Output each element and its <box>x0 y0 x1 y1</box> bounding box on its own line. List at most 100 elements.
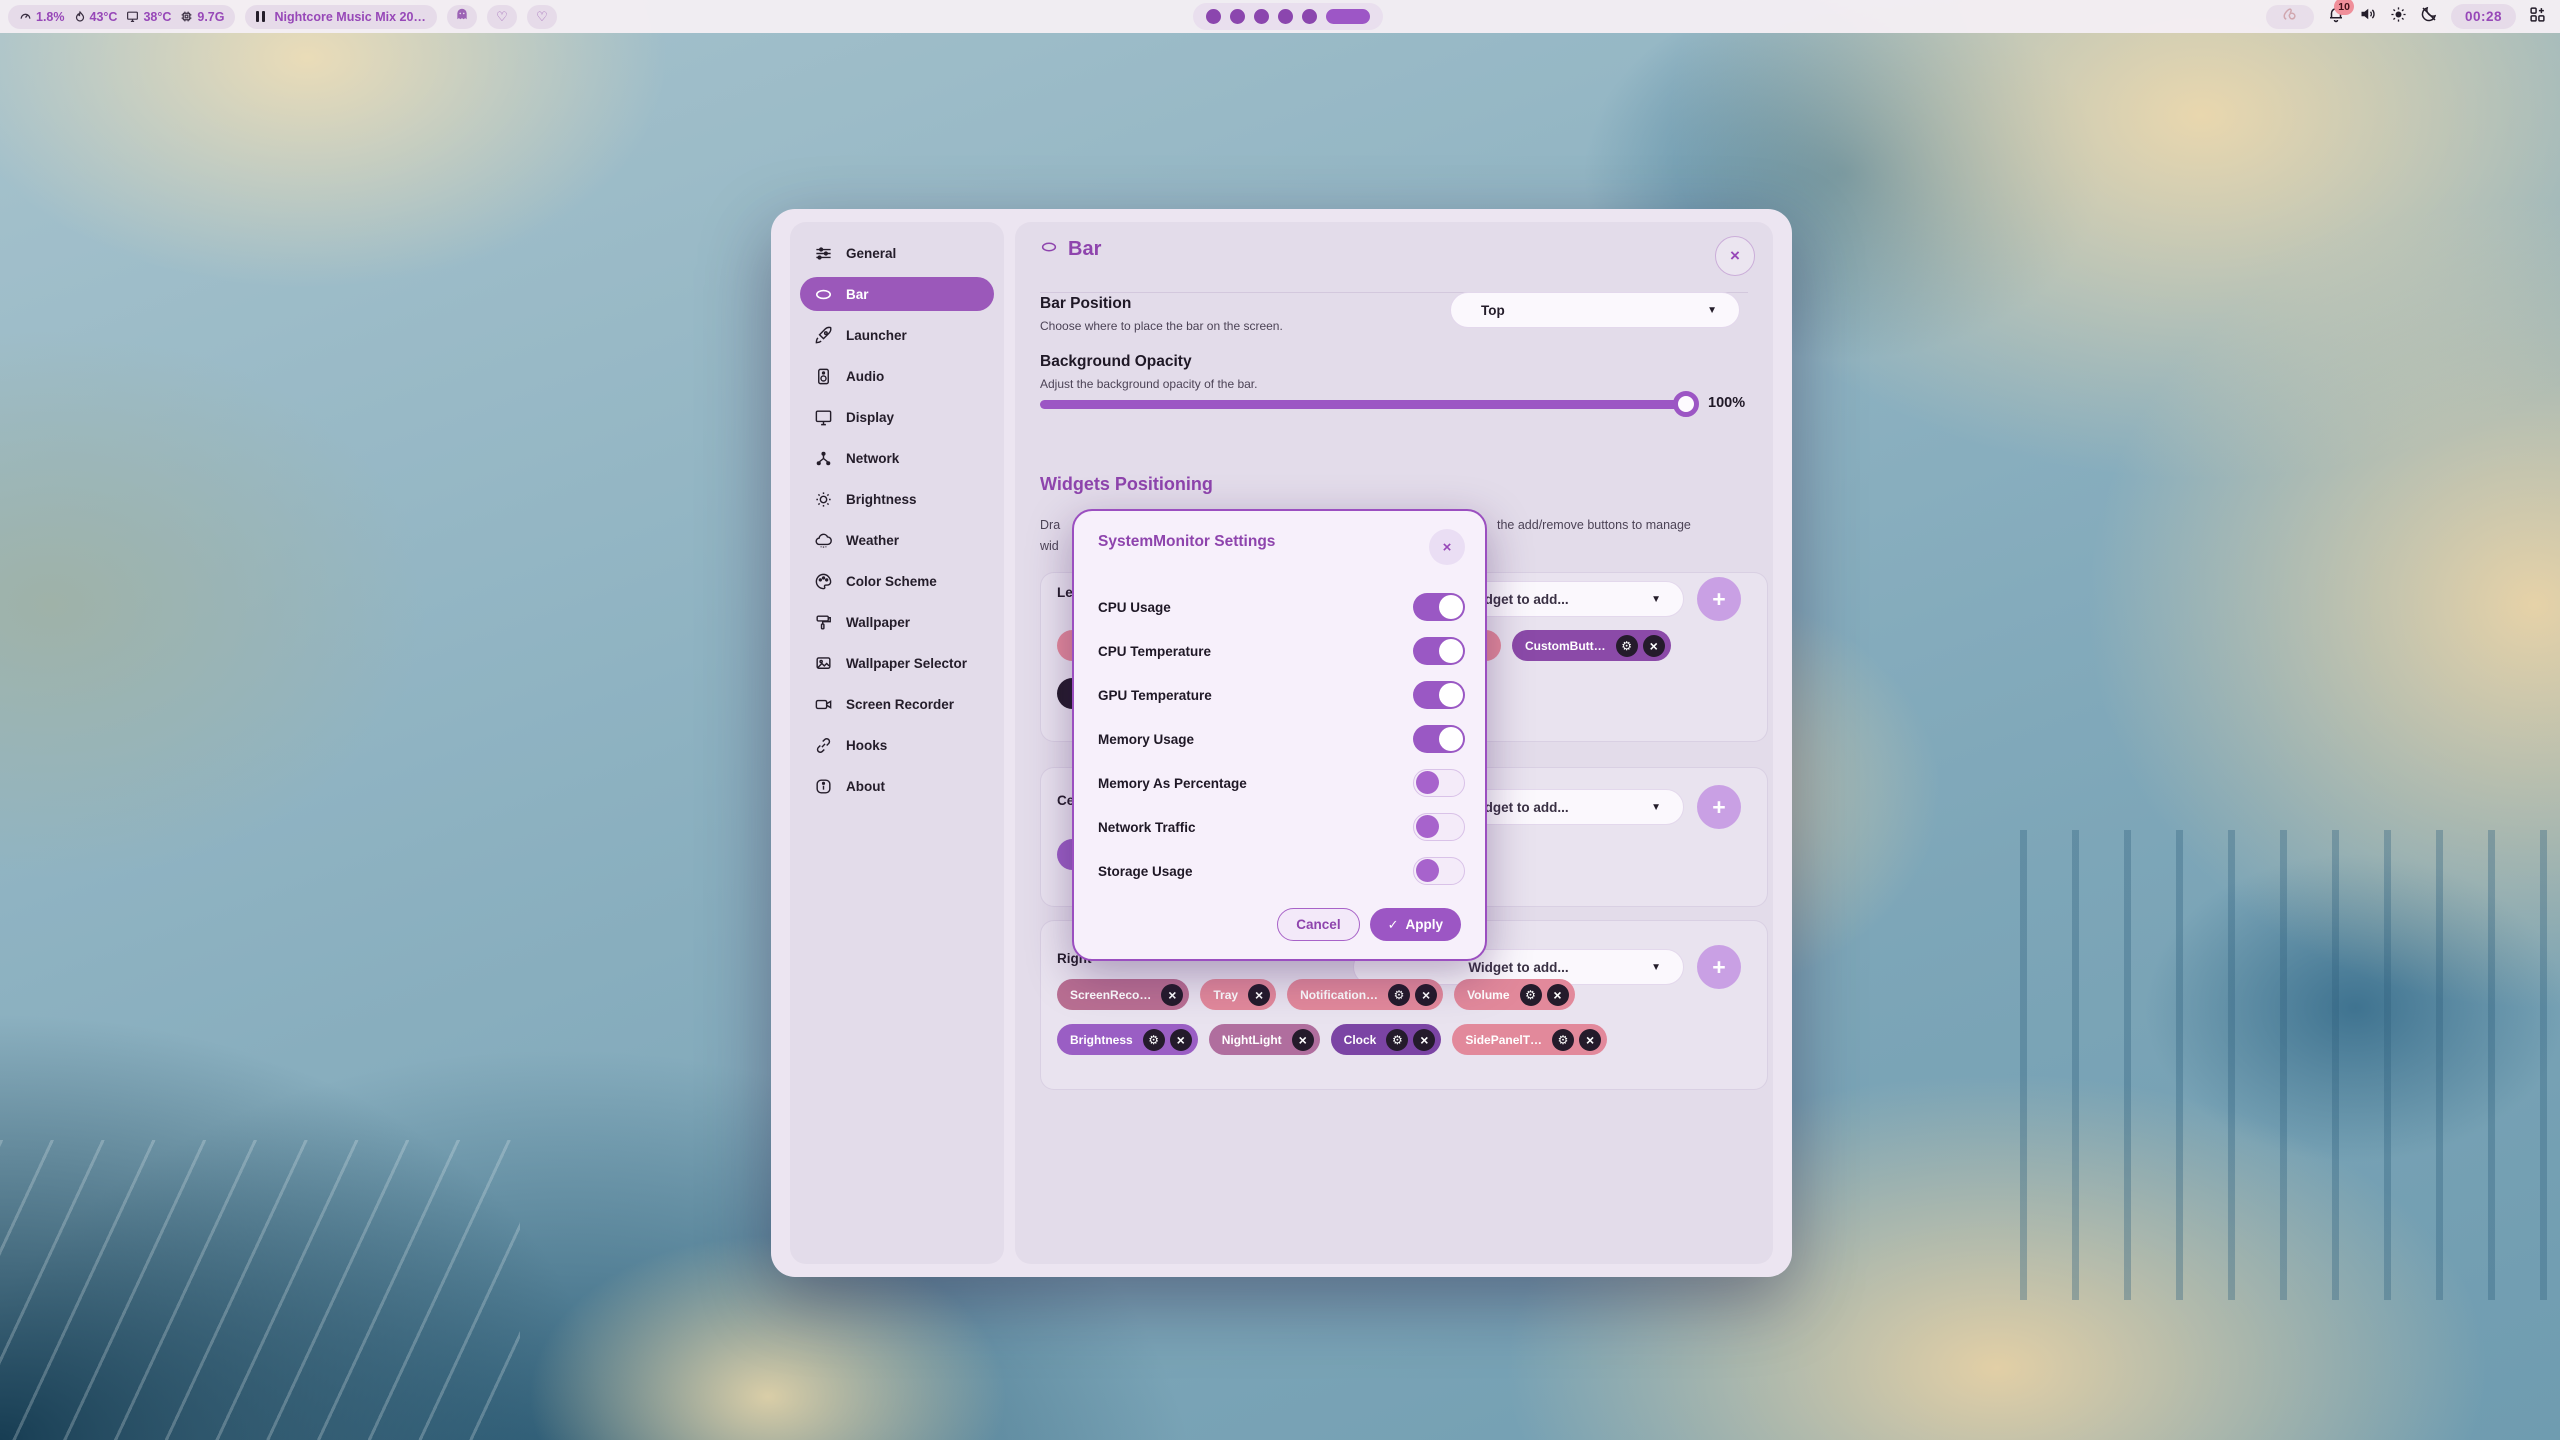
ghost-button[interactable] <box>447 5 477 29</box>
gpu-temperature-toggle[interactable] <box>1413 681 1465 709</box>
sidebar-item-wallpaper[interactable]: Wallpaper <box>800 605 994 639</box>
system-stats-pill[interactable]: 1.8% 43°C 38°C 9.7G <box>8 5 235 29</box>
sidebar-item-about[interactable]: About <box>800 769 994 803</box>
widget-remove-icon[interactable]: × <box>1579 1029 1601 1051</box>
toggle-row: Memory Usage <box>1074 717 1485 761</box>
sidebar-item-general[interactable]: General <box>800 236 994 270</box>
toggle-row: Storage Usage <box>1074 849 1485 893</box>
toggle-label: Storage Usage <box>1098 864 1193 879</box>
left-add-widget-button[interactable]: + <box>1697 577 1741 621</box>
apply-button-label: Apply <box>1405 917 1443 932</box>
notifications-button[interactable]: 10 <box>2327 5 2345 28</box>
widget-chip-label: Notification… <box>1300 988 1383 1002</box>
network-traffic-toggle[interactable] <box>1413 813 1465 841</box>
widget-remove-icon[interactable]: × <box>1643 635 1665 657</box>
sidebar-item-label: Display <box>846 410 894 425</box>
sidebar-item-screen-recorder[interactable]: Screen Recorder <box>800 687 994 721</box>
heart-icon: ♡ <box>496 10 508 23</box>
widget-settings-icon[interactable]: ⚙ <box>1143 1029 1165 1051</box>
widget-chip[interactable]: SidePanelT… ⚙ × <box>1452 1024 1607 1055</box>
workspace-dot[interactable] <box>1254 9 1269 24</box>
bar-position-dropdown[interactable]: Top ▼ <box>1450 292 1740 328</box>
bar-position-value: Top <box>1481 303 1505 318</box>
widget-chip[interactable]: Clock ⚙ × <box>1331 1024 1442 1055</box>
sidebar-item-audio[interactable]: Audio <box>800 359 994 393</box>
chevron-down-icon: ▼ <box>1651 802 1661 813</box>
widget-remove-icon[interactable]: × <box>1292 1029 1314 1051</box>
favorite-button[interactable]: ♡ <box>487 5 517 29</box>
slider-track[interactable] <box>1040 400 1685 409</box>
workspace-dot[interactable] <box>1278 9 1293 24</box>
workspaces <box>1193 3 1383 30</box>
widget-chip-label: Brightness <box>1070 1033 1138 1047</box>
tray-app-button[interactable] <box>2266 5 2314 29</box>
like-button[interactable]: ♡ <box>527 5 557 29</box>
sidebar-item-display[interactable]: Display <box>800 400 994 434</box>
memory-usage-toggle[interactable] <box>1413 725 1465 753</box>
widget-remove-icon[interactable]: × <box>1415 984 1437 1006</box>
sidebar-item-network[interactable]: Network <box>800 441 994 475</box>
sidebar-item-weather[interactable]: Weather <box>800 523 994 557</box>
widget-chip-label: Clock <box>1344 1033 1382 1047</box>
slider-knob[interactable] <box>1673 391 1699 417</box>
storage-usage-toggle[interactable] <box>1413 857 1465 885</box>
display-icon <box>814 408 833 427</box>
brightness-button[interactable] <box>2390 6 2407 28</box>
widgets-positioning-title: Widgets Positioning <box>1040 474 1213 495</box>
sidebar-item-label: Audio <box>846 369 884 384</box>
widget-chip[interactable]: CustomButt… ⚙ × <box>1512 630 1671 661</box>
widget-remove-icon[interactable]: × <box>1170 1029 1192 1051</box>
sun-icon <box>2390 6 2407 28</box>
toggle-label: Memory As Percentage <box>1098 776 1247 791</box>
widget-settings-icon[interactable]: ⚙ <box>1386 1029 1408 1051</box>
cpu-temperature-toggle[interactable] <box>1413 637 1465 665</box>
widgets-description-fragment: the add/remove buttons to manage <box>1497 518 1691 532</box>
widget-chip[interactable]: Tray × <box>1200 979 1276 1010</box>
widget-chip[interactable]: Notification… ⚙ × <box>1287 979 1443 1010</box>
workspace-active-indicator[interactable] <box>1326 9 1370 24</box>
widget-remove-icon[interactable]: × <box>1248 984 1270 1006</box>
workspace-dot[interactable] <box>1206 9 1221 24</box>
sidebar-item-hooks[interactable]: Hooks <box>800 728 994 762</box>
media-player-pill[interactable]: Nightcore Music Mix 20… <box>245 5 436 29</box>
widget-settings-icon[interactable]: ⚙ <box>1520 984 1542 1006</box>
sidebar-item-wallpaper-selector[interactable]: Wallpaper Selector <box>800 646 994 680</box>
widget-chip[interactable]: NightLight × <box>1209 1024 1320 1055</box>
flame-icon <box>74 10 86 23</box>
widget-settings-icon[interactable]: ⚙ <box>1388 984 1410 1006</box>
sidebar-item-brightness[interactable]: Brightness <box>800 482 994 516</box>
workspace-dot[interactable] <box>1230 9 1245 24</box>
background-opacity-slider[interactable]: 100% <box>1040 390 1760 418</box>
widget-remove-icon[interactable]: × <box>1547 984 1569 1006</box>
dashboard-button[interactable] <box>2529 6 2546 28</box>
clock-button[interactable]: 00:28 <box>2451 4 2516 29</box>
window-close-button[interactable]: × <box>1715 236 1755 276</box>
volume-button[interactable] <box>2358 5 2377 28</box>
toggle-row: Network Traffic <box>1074 805 1485 849</box>
apply-button[interactable]: ✓ Apply <box>1370 908 1461 941</box>
memory-as-percentage-toggle[interactable] <box>1413 769 1465 797</box>
cpu-usage-toggle[interactable] <box>1413 593 1465 621</box>
sidebar-item-label: Bar <box>846 287 869 302</box>
widget-chip[interactable]: ScreenReco… × <box>1057 979 1189 1010</box>
pause-icon <box>256 11 265 22</box>
systemmonitor-settings-dialog: SystemMonitor Settings × CPU Usage CPU T… <box>1072 509 1487 961</box>
workspace-dot[interactable] <box>1302 9 1317 24</box>
sidebar-item-label: Launcher <box>846 328 907 343</box>
sidebar-item-color-scheme[interactable]: Color Scheme <box>800 564 994 598</box>
night-light-button[interactable] <box>2420 5 2438 28</box>
center-add-widget-button[interactable]: + <box>1697 785 1741 829</box>
page-title: Bar <box>1068 238 1101 261</box>
chevron-down-icon: ▼ <box>1651 962 1661 973</box>
dialog-close-button[interactable]: × <box>1429 529 1465 565</box>
widget-chip[interactable]: Brightness ⚙ × <box>1057 1024 1198 1055</box>
widget-chip[interactable]: Volume ⚙ × <box>1454 979 1574 1010</box>
sidebar-item-bar[interactable]: Bar <box>800 277 994 311</box>
widget-remove-icon[interactable]: × <box>1413 1029 1435 1051</box>
sidebar-item-label: Hooks <box>846 738 887 753</box>
widget-settings-icon[interactable]: ⚙ <box>1616 635 1638 657</box>
cancel-button[interactable]: Cancel <box>1277 908 1359 941</box>
widget-remove-icon[interactable]: × <box>1161 984 1183 1006</box>
widget-settings-icon[interactable]: ⚙ <box>1552 1029 1574 1051</box>
sidebar-item-launcher[interactable]: Launcher <box>800 318 994 352</box>
